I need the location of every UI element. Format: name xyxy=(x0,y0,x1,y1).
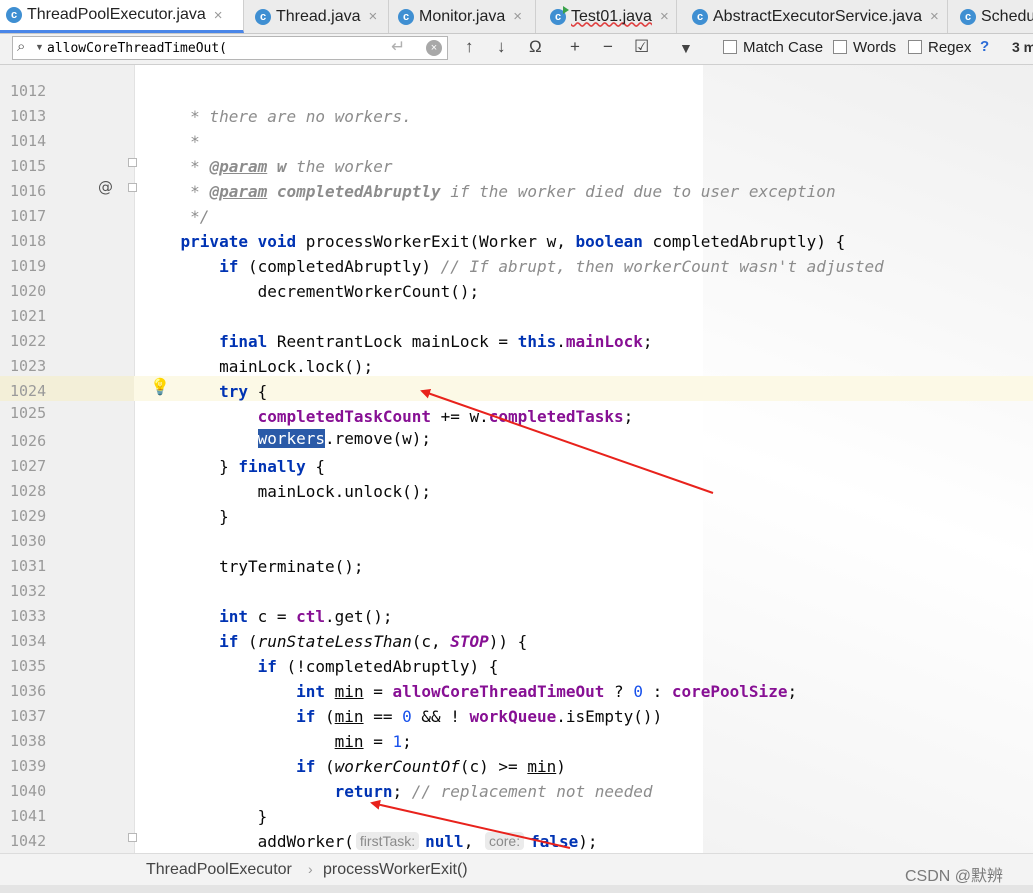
find-all-occurrences-icon[interactable]: Ω xyxy=(529,37,542,57)
regex-help-icon[interactable]: ? xyxy=(980,38,989,55)
class-icon: c xyxy=(960,8,976,25)
match-count: 3 m xyxy=(1012,39,1033,55)
class-icon: c xyxy=(255,8,271,25)
bottom-strip xyxy=(0,885,1033,893)
breadcrumb: ThreadPoolExecutor › processWorkerExit() xyxy=(0,853,1033,886)
arrow-to-addworker xyxy=(370,799,571,849)
class-icon: c xyxy=(6,7,22,23)
tab-label: AbstractExecutorService.java xyxy=(713,7,922,25)
search-history-dropdown-icon[interactable]: ▼ xyxy=(35,42,44,52)
words-label[interactable]: Words xyxy=(853,39,896,56)
remove-selection-icon[interactable]: − xyxy=(603,37,613,57)
filter-icon[interactable]: ▼ xyxy=(679,40,693,56)
tab-abstractexecutorservice[interactable]: c AbstractExecutorService.java × xyxy=(686,0,948,33)
regex-label[interactable]: Regex xyxy=(928,39,971,56)
match-case-checkbox[interactable] xyxy=(723,40,737,54)
add-selection-next-icon[interactable]: + xyxy=(570,37,580,57)
close-icon[interactable]: × xyxy=(930,8,939,25)
tab-threadpoolexecutor[interactable]: c ThreadPoolExecutor.java × xyxy=(0,0,244,33)
tab-thread[interactable]: c Thread.java × xyxy=(249,0,389,33)
find-bar: ⌕ ▼ ↵ × ↑ ↓ Ω + − ☑ ▼ Match Case Words R… xyxy=(0,34,1033,65)
breadcrumb-item-class[interactable]: ThreadPoolExecutor xyxy=(146,861,292,879)
breadcrumb-separator-icon: › xyxy=(308,861,313,877)
tab-label: ThreadPoolExecutor.java xyxy=(27,6,206,23)
watermark: CSDN @默辨 xyxy=(905,868,1004,885)
code-editor[interactable]: 1012 * there are no workers. 1013 * 1014… xyxy=(0,65,1033,853)
tab-monitor[interactable]: c Monitor.java × xyxy=(392,0,536,33)
clear-search-icon[interactable]: × xyxy=(426,40,442,56)
tab-label: Test01.java xyxy=(571,7,652,25)
match-case-label[interactable]: Match Case xyxy=(743,39,823,56)
tab-label: Monitor.java xyxy=(419,7,506,25)
tab-label: Thread.java xyxy=(276,7,361,25)
tab-test01[interactable]: c Test01.java × xyxy=(544,0,677,33)
next-occurrence-icon[interactable]: ↓ xyxy=(497,37,506,57)
search-box[interactable]: ⌕ ▼ ↵ × xyxy=(12,36,448,60)
annotation-arrows xyxy=(370,388,714,849)
words-checkbox[interactable] xyxy=(833,40,847,54)
enter-icon: ↵ xyxy=(391,37,406,56)
regex-checkbox[interactable] xyxy=(908,40,922,54)
class-icon: c xyxy=(692,8,708,25)
arrow-to-workers-remove xyxy=(420,388,714,494)
previous-occurrence-icon[interactable]: ↑ xyxy=(465,37,474,57)
class-icon: c xyxy=(398,8,414,25)
search-input[interactable] xyxy=(47,39,387,57)
close-icon[interactable]: × xyxy=(214,7,223,24)
select-all-occurrences-icon[interactable]: ☑ xyxy=(634,37,649,57)
tab-schedu[interactable]: c Schedu xyxy=(954,0,1033,33)
tab-label: Schedu xyxy=(981,7,1033,25)
close-icon[interactable]: × xyxy=(369,8,378,25)
editor-tab-bar: c ThreadPoolExecutor.java × c Thread.jav… xyxy=(0,0,1033,34)
close-icon[interactable]: × xyxy=(660,8,669,25)
search-icon[interactable]: ⌕ xyxy=(17,38,25,55)
breadcrumb-item-method[interactable]: processWorkerExit() xyxy=(323,861,468,879)
close-icon[interactable]: × xyxy=(513,8,522,25)
runnable-class-icon: c xyxy=(550,5,569,25)
